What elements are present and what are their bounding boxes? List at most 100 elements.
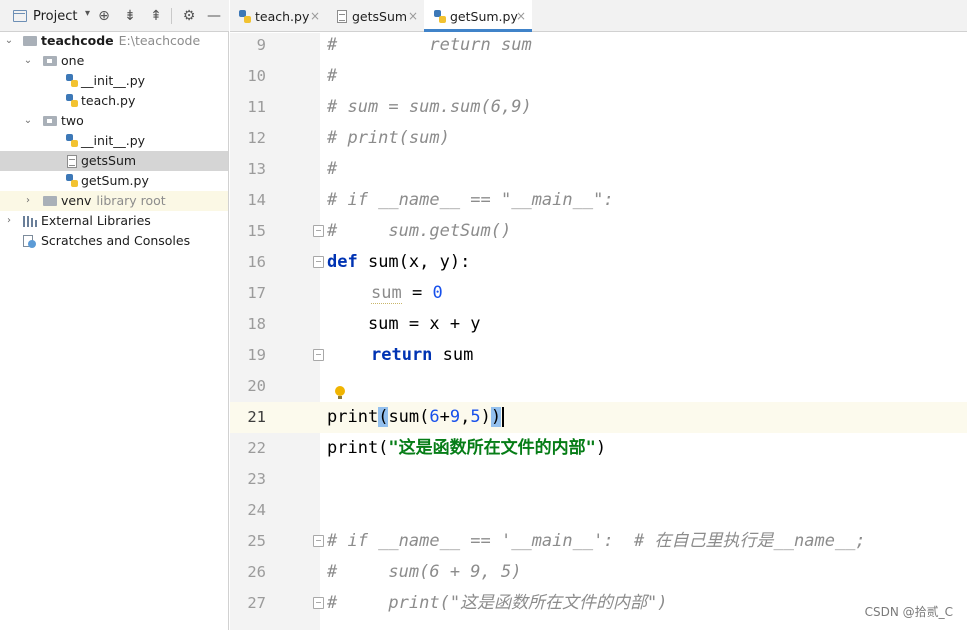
chevron-down-icon[interactable]: ⌄	[22, 111, 34, 131]
tree-item-init-one[interactable]: __init__.py	[0, 71, 228, 91]
close-icon[interactable]: ×	[310, 0, 320, 33]
fold-marker-icon[interactable]	[313, 535, 324, 547]
code-line-15: # sum.getSum()	[327, 221, 512, 241]
tab-label: teach.py	[255, 9, 310, 24]
chevron-right-icon[interactable]: ›	[22, 191, 34, 211]
line-number: 22	[247, 439, 266, 457]
code-line-14: # if __name__ == "__main__":	[327, 190, 614, 210]
tree-item-venv[interactable]: › venv library root	[0, 191, 228, 211]
collapse-all-icon[interactable]: ⇞	[148, 8, 164, 24]
line-number: 10	[247, 67, 266, 85]
code-line-13: #	[327, 159, 338, 179]
fold-marker-icon[interactable]	[313, 256, 324, 268]
project-view-selector[interactable]: Project	[33, 9, 77, 24]
tree-item-label-text: teachcode	[41, 33, 114, 48]
line-number: 27	[247, 594, 266, 612]
code-token: sum(x, y):	[357, 252, 471, 272]
tree-item-scratches[interactable]: Scratches and Consoles	[0, 231, 228, 251]
folder-icon	[43, 196, 57, 206]
code-line-25: # if __name__ == '__main__': # 在自己里执行是__…	[327, 531, 866, 551]
tree-item-label: one	[61, 53, 85, 68]
tree-item-path-hint: E:\teachcode	[118, 33, 201, 48]
code-token: +	[439, 407, 450, 427]
line-number: 14	[247, 191, 266, 209]
tree-item-teach-py[interactable]: teach.py	[0, 91, 228, 111]
tree-item-label: teach.py	[81, 93, 136, 108]
close-icon[interactable]: ×	[408, 0, 418, 33]
code-token: )	[595, 438, 607, 458]
gear-icon[interactable]: ⚙	[181, 8, 197, 24]
python-file-icon	[66, 174, 78, 188]
code-line-16: def sum(x, y):	[327, 247, 470, 278]
close-icon[interactable]: ×	[516, 0, 526, 33]
tree-item-one[interactable]: ⌄ one	[0, 51, 228, 71]
code-line-27: # print("这是函数所在文件的内部")	[327, 593, 668, 613]
matched-paren: )	[490, 407, 502, 427]
tab-getsum-py[interactable]: getSum.py ×	[424, 0, 532, 32]
tab-label: getsSum	[352, 9, 408, 24]
project-view-icon	[13, 10, 27, 22]
lightbulb-icon[interactable]	[335, 386, 345, 400]
code-token: sum(	[388, 407, 430, 427]
tree-item-init-two[interactable]: __init__.py	[0, 131, 228, 151]
python-file-icon	[239, 10, 251, 24]
package-folder-icon	[43, 56, 57, 66]
code-line-12: # print(sum)	[327, 128, 450, 148]
tree-item-teachcode[interactable]: ⌄ teachcode E:\teachcode	[0, 31, 228, 51]
project-toolbar: Project ▾ ⊕ ⇟ ⇞ ⚙ —	[0, 0, 229, 32]
line-number-current: 21	[247, 408, 266, 426]
tree-item-label: venv library root	[61, 191, 166, 211]
code-line-10: #	[327, 66, 338, 86]
code-line-9: # return sum	[327, 35, 532, 55]
tree-item-external-libraries[interactable]: › External Libraries	[0, 211, 228, 231]
tab-label: getSum.py	[450, 9, 518, 24]
fold-marker-icon[interactable]	[313, 225, 324, 237]
scratches-icon	[23, 235, 37, 248]
string-literal: "这是函数所在文件的内部"	[388, 438, 596, 458]
python-file-icon	[434, 10, 446, 24]
tab-teach-py[interactable]: teach.py ×	[230, 0, 324, 32]
matched-paren: (	[378, 407, 389, 427]
line-number: 16	[247, 253, 266, 271]
code-line-17: sum = 0	[371, 278, 443, 309]
tab-getssum[interactable]: getsSum ×	[326, 0, 422, 32]
chevron-right-icon[interactable]: ›	[3, 211, 15, 231]
number-literal: 5	[470, 407, 481, 427]
tree-item-label: __init__.py	[81, 133, 146, 148]
text-file-icon	[337, 10, 347, 23]
hide-panel-icon[interactable]: —	[206, 8, 222, 24]
text-file-icon	[67, 155, 77, 168]
watermark: CSDN @拾贰_C	[864, 605, 953, 619]
locate-file-icon[interactable]: ⊕	[96, 8, 112, 24]
tree-item-two[interactable]: ⌄ two	[0, 111, 228, 131]
number-literal: 6	[429, 407, 440, 427]
line-number: 26	[247, 563, 266, 581]
unused-variable: sum	[371, 283, 402, 304]
code-token: print	[327, 407, 379, 427]
code-line-19: return sum	[371, 340, 473, 371]
fold-marker-icon[interactable]	[313, 597, 324, 609]
tree-item-label-text: venv	[61, 193, 92, 208]
line-number: 15	[247, 222, 266, 240]
line-number: 19	[247, 346, 266, 364]
line-number: 11	[247, 98, 266, 116]
expand-all-icon[interactable]: ⇟	[122, 8, 138, 24]
tree-item-getsum-py[interactable]: getSum.py	[0, 171, 228, 191]
python-file-icon	[66, 74, 78, 88]
chevron-down-icon[interactable]: ⌄	[3, 31, 15, 51]
code-line-22: print("这是函数所在文件的内部")	[327, 433, 606, 464]
number-literal: 0	[432, 283, 443, 303]
chevron-down-icon[interactable]: ▾	[85, 8, 90, 19]
project-tool-window: Project ▾ ⊕ ⇟ ⇞ ⚙ — ⌄ teachcode E:\teachc…	[0, 0, 229, 630]
tree-item-getssum[interactable]: getsSum	[0, 151, 228, 171]
line-number: 18	[247, 315, 266, 333]
tree-item-label: teachcode E:\teachcode	[41, 31, 200, 51]
fold-marker-icon[interactable]	[313, 349, 324, 361]
line-number: 24	[247, 501, 266, 519]
python-file-icon	[66, 134, 78, 148]
chevron-down-icon[interactable]: ⌄	[22, 51, 34, 71]
text-caret	[502, 407, 505, 427]
code-line-11: # sum = sum.sum(6,9)	[327, 97, 532, 117]
line-number: 23	[247, 470, 266, 488]
python-file-icon	[66, 94, 78, 108]
